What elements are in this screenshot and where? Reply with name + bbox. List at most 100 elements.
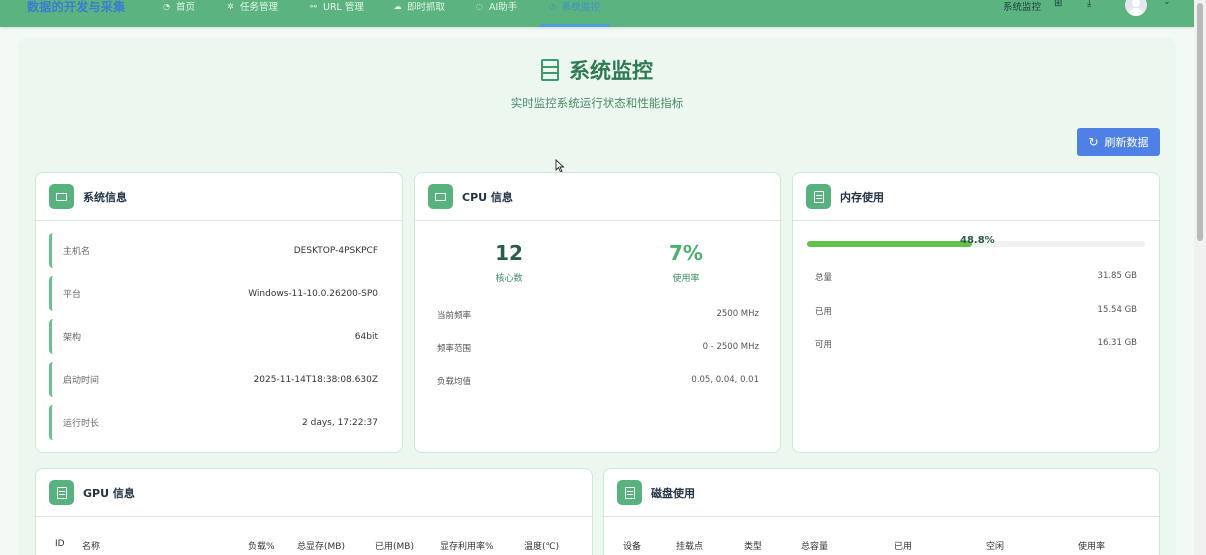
memory-usage-card: 内存使用 48.8% 总量 31.85 GB 已用 15.54 GB 可用 16… — [792, 172, 1160, 453]
table-header-cell: 设备 — [623, 542, 642, 552]
document-icon — [806, 184, 831, 209]
row-label: 架构 — [63, 333, 82, 343]
table-header-cell: 名称 — [82, 542, 101, 552]
row-value: 2500 MHz — [716, 309, 759, 319]
cpu-usage-value: 7% — [669, 241, 703, 265]
table-header-cell: 温度(℃) — [524, 542, 560, 552]
row-value: 15.54 GB — [1097, 305, 1137, 315]
nav-item-label: 任务管理 — [240, 2, 279, 13]
row-value: 0.05, 0.04, 0.01 — [691, 375, 759, 385]
row-value: Windows-11-10.0.26200-SP0 — [248, 288, 378, 299]
nav-item-tasks[interactable]: ✲ 任务管理 — [226, 0, 279, 14]
table-header-cell: 总容量 — [801, 542, 829, 552]
row-label: 平台 — [63, 290, 82, 300]
table-header-cell: 负载% — [248, 542, 275, 552]
row-label: 总量 — [815, 273, 833, 283]
page-scrollbar[interactable] — [1194, 0, 1206, 555]
cpu-info-card: CPU 信息 12 核心数 7% 使用率 当前频率 2500 MHz 频率范围 … — [414, 172, 781, 453]
table-header-cell: ID — [55, 539, 65, 549]
row-value: 2 days, 17:22:37 — [302, 417, 378, 428]
row-label: 可用 — [815, 340, 833, 350]
nav-item-home[interactable]: ◔ 首页 — [162, 0, 195, 14]
mouse-cursor-icon — [555, 159, 565, 173]
system-info-card: 系统信息 主机名 DESKTOP-4PSKPCF 平台 Windows-11-1… — [35, 172, 403, 453]
scrollbar-thumb[interactable] — [1197, 3, 1203, 241]
card-header: 内存使用 — [793, 173, 1159, 221]
cpu-info-row: 频率范围 0 - 2500 MHz — [437, 342, 759, 354]
gpu-info-card: GPU 信息 ID 名称 负载% 总显存(MB) 已用(MB) 显存利用率% 温… — [35, 468, 593, 555]
nav-item-monitor[interactable]: ◷ 系统监控 — [548, 0, 601, 14]
memory-row: 已用 15.54 GB — [815, 305, 1137, 317]
table-header-cell: 空闲 — [986, 542, 1005, 552]
monitor-icon — [49, 184, 74, 209]
download-icon[interactable]: ⤓ — [1087, 0, 1097, 9]
table-header-cell: 类型 — [744, 542, 763, 552]
system-info-row: 平台 Windows-11-10.0.26200-SP0 — [49, 276, 390, 311]
memory-row: 可用 16.31 GB — [815, 338, 1137, 350]
page-title-text: 系统监控 — [569, 59, 653, 83]
cpu-cores-stat: 12 核心数 — [449, 241, 569, 284]
system-info-row: 主机名 DESKTOP-4PSKPCF — [49, 233, 390, 268]
row-value: 31.85 GB — [1097, 271, 1137, 281]
cpu-cores-label: 核心数 — [495, 274, 523, 284]
chevron-down-icon[interactable]: ⌄ — [1163, 0, 1171, 7]
card-header: GPU 信息 — [36, 469, 592, 517]
refresh-button-label: 刷新数据 — [1104, 136, 1149, 149]
cloud-icon: ☁ — [393, 1, 402, 11]
row-label: 频率范围 — [437, 344, 472, 354]
row-label: 运行时长 — [63, 419, 100, 429]
nav-item-url[interactable]: ⚯ URL 管理 — [309, 0, 364, 14]
nav-item-ai[interactable]: ◌ AI助手 — [475, 0, 518, 14]
card-title: 系统信息 — [83, 190, 127, 204]
cpu-info-row: 当前频率 2500 MHz — [437, 309, 759, 321]
grid-icon[interactable]: ⊞ — [1054, 0, 1064, 9]
cpu-usage-label: 使用率 — [672, 274, 700, 284]
nav-item-label: AI助手 — [489, 2, 518, 13]
clock-icon: ◷ — [549, 1, 556, 11]
nav-item-label: 系统监控 — [562, 2, 601, 13]
card-title: GPU 信息 — [83, 486, 135, 500]
monitor-icon — [428, 184, 453, 209]
system-info-row: 运行时长 2 days, 17:22:37 — [49, 405, 390, 440]
row-label: 当前频率 — [437, 311, 472, 321]
table-header-cell: 挂载点 — [676, 542, 704, 552]
page-subtitle: 实时监控系统运行状态和性能指标 — [510, 96, 684, 110]
bug-icon: ✲ — [227, 1, 234, 11]
system-info-row: 架构 64bit — [49, 319, 390, 354]
card-title: CPU 信息 — [462, 190, 513, 204]
avatar[interactable] — [1125, 0, 1147, 16]
dashboard-icon: ◔ — [163, 1, 170, 11]
nav-item-instant-crawl[interactable]: ☁ 即时抓取 — [393, 0, 446, 14]
active-tab-indicator — [540, 24, 610, 27]
table-header-cell: 已用(MB) — [375, 542, 414, 552]
refresh-button[interactable]: ↻ 刷新数据 — [1077, 128, 1160, 156]
memory-progress-fill — [807, 241, 972, 247]
page-title: 系统监控 — [0, 55, 1194, 85]
row-label: 负载均值 — [437, 377, 472, 387]
top-nav-bar: 数据的开发与采集 ◔ 首页 ✲ 任务管理 ⚯ URL 管理 ☁ 即时抓取 ◌ A… — [0, 0, 1194, 27]
card-title: 磁盘使用 — [651, 486, 695, 500]
nav-item-label: URL 管理 — [323, 2, 364, 13]
row-value: 64bit — [354, 331, 378, 342]
memory-percent-text: 48.8% — [960, 235, 995, 246]
row-label: 主机名 — [63, 247, 91, 257]
cpu-cores-value: 12 — [495, 241, 523, 265]
card-header: 系统信息 — [36, 173, 402, 221]
card-header: 磁盘使用 — [604, 469, 1159, 517]
current-page-label: 系统监控 — [1003, 2, 1042, 13]
row-label: 已用 — [815, 307, 833, 317]
disk-usage-card: 磁盘使用 设备 挂载点 类型 总容量 已用 空闲 使用率 — [603, 468, 1160, 555]
row-value: DESKTOP-4PSKPCF — [293, 245, 378, 256]
table-header-cell: 总显存(MB) — [297, 542, 345, 552]
cpu-info-row: 负载均值 0.05, 0.04, 0.01 — [437, 375, 759, 387]
brand-title[interactable]: 数据的开发与采集 — [27, 0, 125, 15]
server-icon — [541, 59, 559, 81]
refresh-icon: ↻ — [1088, 135, 1099, 149]
memory-row: 总量 31.85 GB — [815, 271, 1137, 283]
chat-icon: ◌ — [476, 1, 483, 11]
row-value: 16.31 GB — [1097, 338, 1137, 348]
table-header-cell: 使用率 — [1078, 542, 1106, 552]
document-icon — [49, 480, 74, 505]
system-info-row: 启动时间 2025-11-14T18:38:08.630Z — [49, 362, 390, 397]
document-icon — [617, 480, 642, 505]
